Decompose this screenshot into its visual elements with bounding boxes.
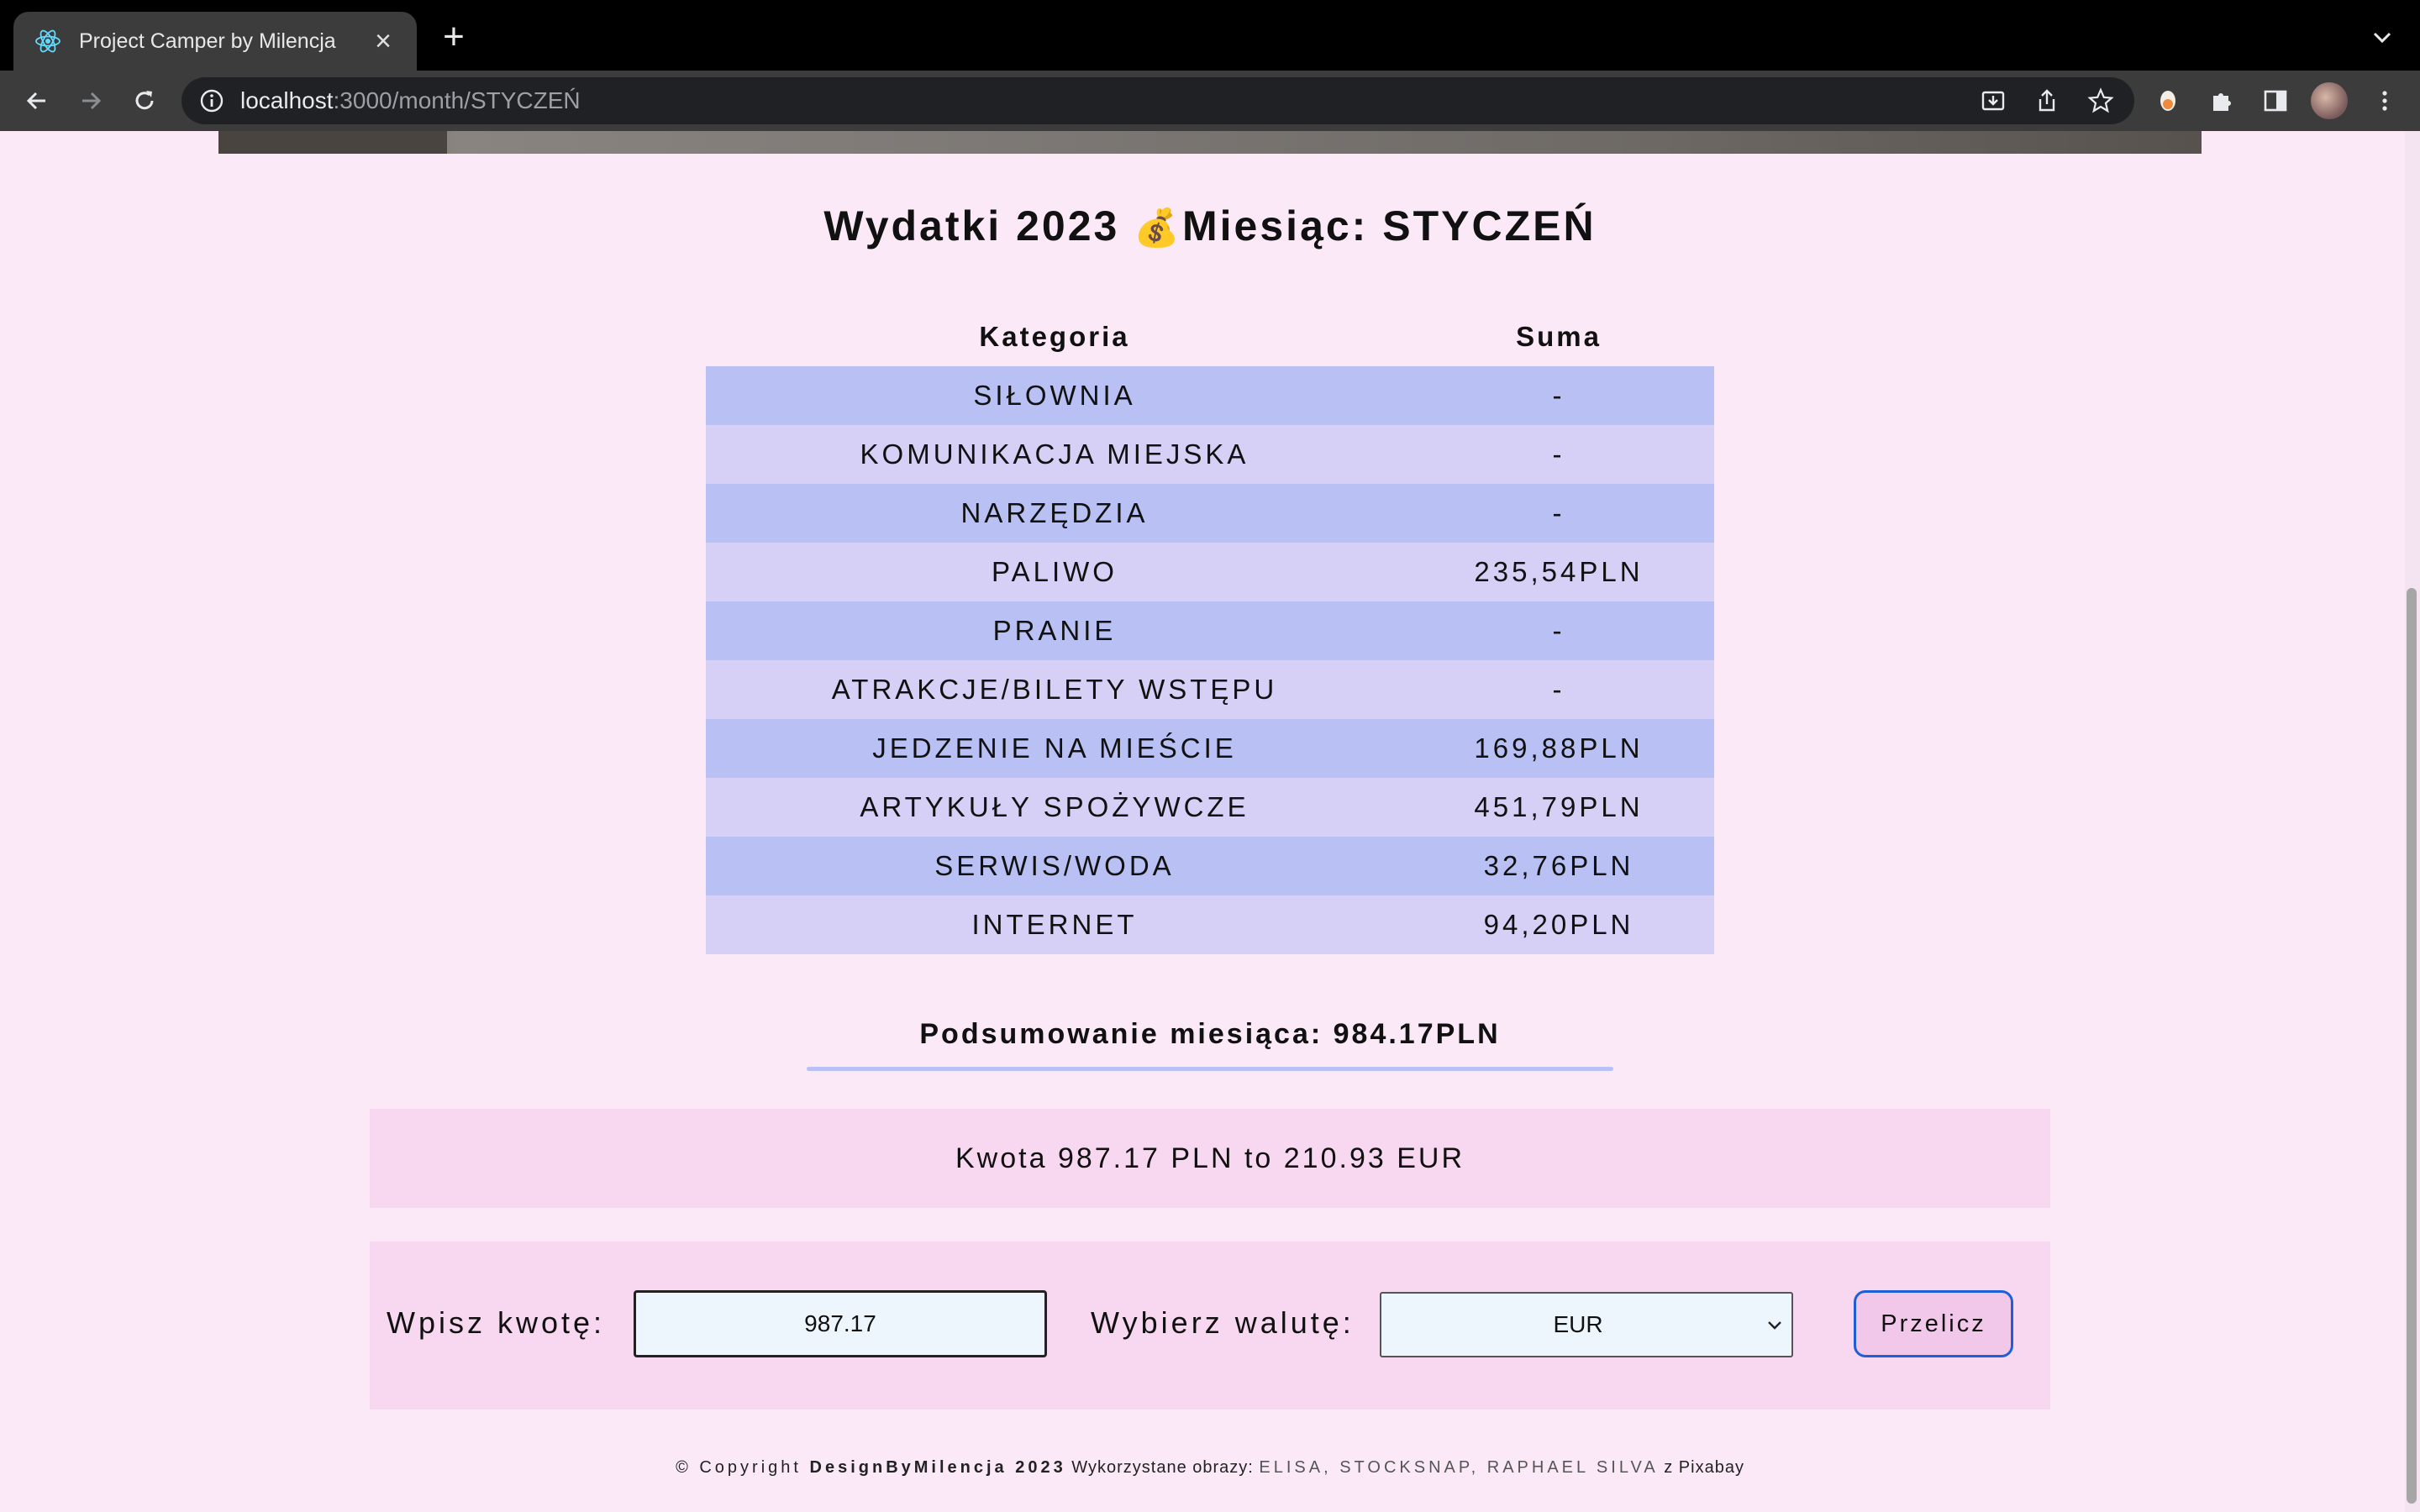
- url-host: localhost: [240, 87, 334, 113]
- reload-icon: [135, 91, 154, 110]
- sum-cell: 235,54PLN: [1403, 543, 1714, 601]
- sum-cell: 169,88PLN: [1403, 719, 1714, 778]
- footer-credits: ELISA, STOCKSNAP, RAPHAEL SILVA: [1259, 1458, 1659, 1477]
- category-cell: KOMUNIKACJA MIEJSKA: [706, 425, 1403, 484]
- table-row: SIŁOWNIA -: [706, 366, 1714, 425]
- sum-cell: -: [1403, 484, 1714, 543]
- more-vertical-icon: [2382, 91, 2387, 111]
- sum-cell: 451,79PLN: [1403, 778, 1714, 837]
- sum-cell: 32,76PLN: [1403, 837, 1714, 895]
- sum-cell: -: [1403, 601, 1714, 660]
- table-header-row: Kategoria Suma: [706, 307, 1714, 366]
- table-row: ARTYKUŁY SPOŻYWCZE 451,79PLN: [706, 778, 1714, 837]
- category-cell: JEDZENIE NA MIEŚCIE: [706, 719, 1403, 778]
- amount-input[interactable]: [634, 1290, 1047, 1357]
- share-button[interactable]: [2028, 82, 2065, 119]
- forward-button[interactable]: [72, 82, 109, 119]
- currency-select[interactable]: EUR: [1380, 1292, 1793, 1357]
- chevron-down-icon[interactable]: [2370, 25, 2395, 50]
- extension-egg-icon: [2160, 91, 2175, 111]
- table-row: PALIWO 235,54PLN: [706, 543, 1714, 601]
- bookmark-button[interactable]: [2082, 82, 2119, 119]
- arrow-left-icon: [26, 92, 45, 110]
- install-app-button[interactable]: [1975, 82, 2012, 119]
- table-row: NARZĘDZIA -: [706, 484, 1714, 543]
- header-sum: Suma: [1516, 321, 1602, 352]
- scrollbar-thumb[interactable]: [2407, 588, 2417, 1504]
- footer-images-label: Wykorzystane obrazy:: [1065, 1458, 1260, 1477]
- extensions-button[interactable]: [2203, 82, 2240, 119]
- conversion-result: Kwota 987.17 PLN to 210.93 EUR: [370, 1109, 2050, 1208]
- puzzle-icon: [2213, 93, 2231, 111]
- footer-copyright: © Copyright: [676, 1458, 810, 1477]
- category-cell: PALIWO: [706, 543, 1403, 601]
- title-month: Miesiąc: STYCZEŃ: [1182, 202, 1597, 249]
- tab-title: Project Camper by Milencja: [79, 29, 336, 53]
- conversion-result-text: Kwota 987.17 PLN to 210.93 EUR: [955, 1142, 1465, 1174]
- category-cell: INTERNET: [706, 895, 1403, 954]
- table-row: JEDZENIE NA MIEŚCIE 169,88PLN: [706, 719, 1714, 778]
- footer-brand: DesignByMilencja 2023: [809, 1458, 1066, 1477]
- info-icon[interactable]: [198, 87, 225, 114]
- summary-divider: [807, 1067, 1613, 1071]
- star-icon: [2087, 87, 2114, 113]
- arrow-right-icon: [82, 92, 102, 110]
- extension-button[interactable]: [2149, 82, 2186, 119]
- category-cell: NARZĘDZIA: [706, 484, 1403, 543]
- react-icon: [35, 29, 60, 53]
- install-icon: [1981, 91, 2005, 111]
- table-row: SERWIS/WODA 32,76PLN: [706, 837, 1714, 895]
- amount-label: Wpisz kwotę:: [387, 1305, 606, 1340]
- category-cell: PRANIE: [706, 601, 1403, 660]
- footer-source: z Pixabay: [1658, 1458, 1744, 1477]
- hero-image: [218, 131, 2202, 154]
- category-cell: ARTYKUŁY SPOŻYWCZE: [706, 778, 1403, 837]
- reload-button[interactable]: [126, 82, 163, 119]
- title-year: Wydatki 2023: [823, 202, 1134, 249]
- sum-cell: -: [1403, 366, 1714, 425]
- money-bag-icon: 💰: [1134, 207, 1183, 249]
- table-row: INTERNET 94,20PLN: [706, 895, 1714, 954]
- sum-cell: -: [1403, 660, 1714, 719]
- close-tab-icon[interactable]: ×: [366, 27, 400, 55]
- currency-converter-form: Wpisz kwotę: Wybierz walutę: EUR Przelic…: [370, 1242, 2050, 1410]
- side-panel-icon: [2264, 90, 2287, 112]
- footer: © Copyright DesignByMilencja 2023 Wykorz…: [0, 1458, 2420, 1478]
- back-button[interactable]: [18, 82, 55, 119]
- sum-cell: -: [1403, 425, 1714, 484]
- side-panel-button[interactable]: [2257, 82, 2294, 119]
- expenses-table: Kategoria Suma SIŁOWNIA - KOMUNIKACJA MI…: [706, 307, 1714, 954]
- table-row: ATRAKCJE/BILETY WSTĘPU -: [706, 660, 1714, 719]
- chevron-down-icon: [1758, 1308, 1791, 1341]
- share-icon: [2039, 89, 2055, 112]
- url-path: :3000/month/STYCZEŃ: [333, 87, 581, 113]
- profile-avatar[interactable]: [2311, 82, 2348, 119]
- category-cell: SIŁOWNIA: [706, 366, 1403, 425]
- page-title: Wydatki 2023 💰Miesiąc: STYCZEŃ: [0, 202, 2420, 250]
- currency-label: Wybierz walutę:: [1091, 1305, 1355, 1340]
- convert-button[interactable]: Przelicz: [1854, 1290, 2013, 1357]
- header-category: Kategoria: [979, 321, 1130, 352]
- browser-tab-bar: Project Camper by Milencja × +: [0, 0, 2420, 71]
- month-summary: Podsumowanie miesiąca: 984.17PLN: [919, 1018, 1501, 1050]
- table-row: KOMUNIKACJA MIEJSKA -: [706, 425, 1714, 484]
- sum-cell: 94,20PLN: [1403, 895, 1714, 954]
- browser-tab[interactable]: Project Camper by Milencja ×: [13, 12, 417, 71]
- new-tab-icon[interactable]: +: [435, 18, 472, 55]
- table-row: PRANIE -: [706, 601, 1714, 660]
- address-bar[interactable]: localhost:3000/month/STYCZEŃ: [182, 77, 2134, 124]
- category-cell: SERWIS/WODA: [706, 837, 1403, 895]
- category-cell: ATRAKCJE/BILETY WSTĘPU: [706, 660, 1403, 719]
- currency-select-value: EUR: [1553, 1311, 1603, 1337]
- browser-menu-button[interactable]: [2366, 82, 2403, 119]
- browser-toolbar: localhost:3000/month/STYCZEŃ: [0, 71, 2420, 131]
